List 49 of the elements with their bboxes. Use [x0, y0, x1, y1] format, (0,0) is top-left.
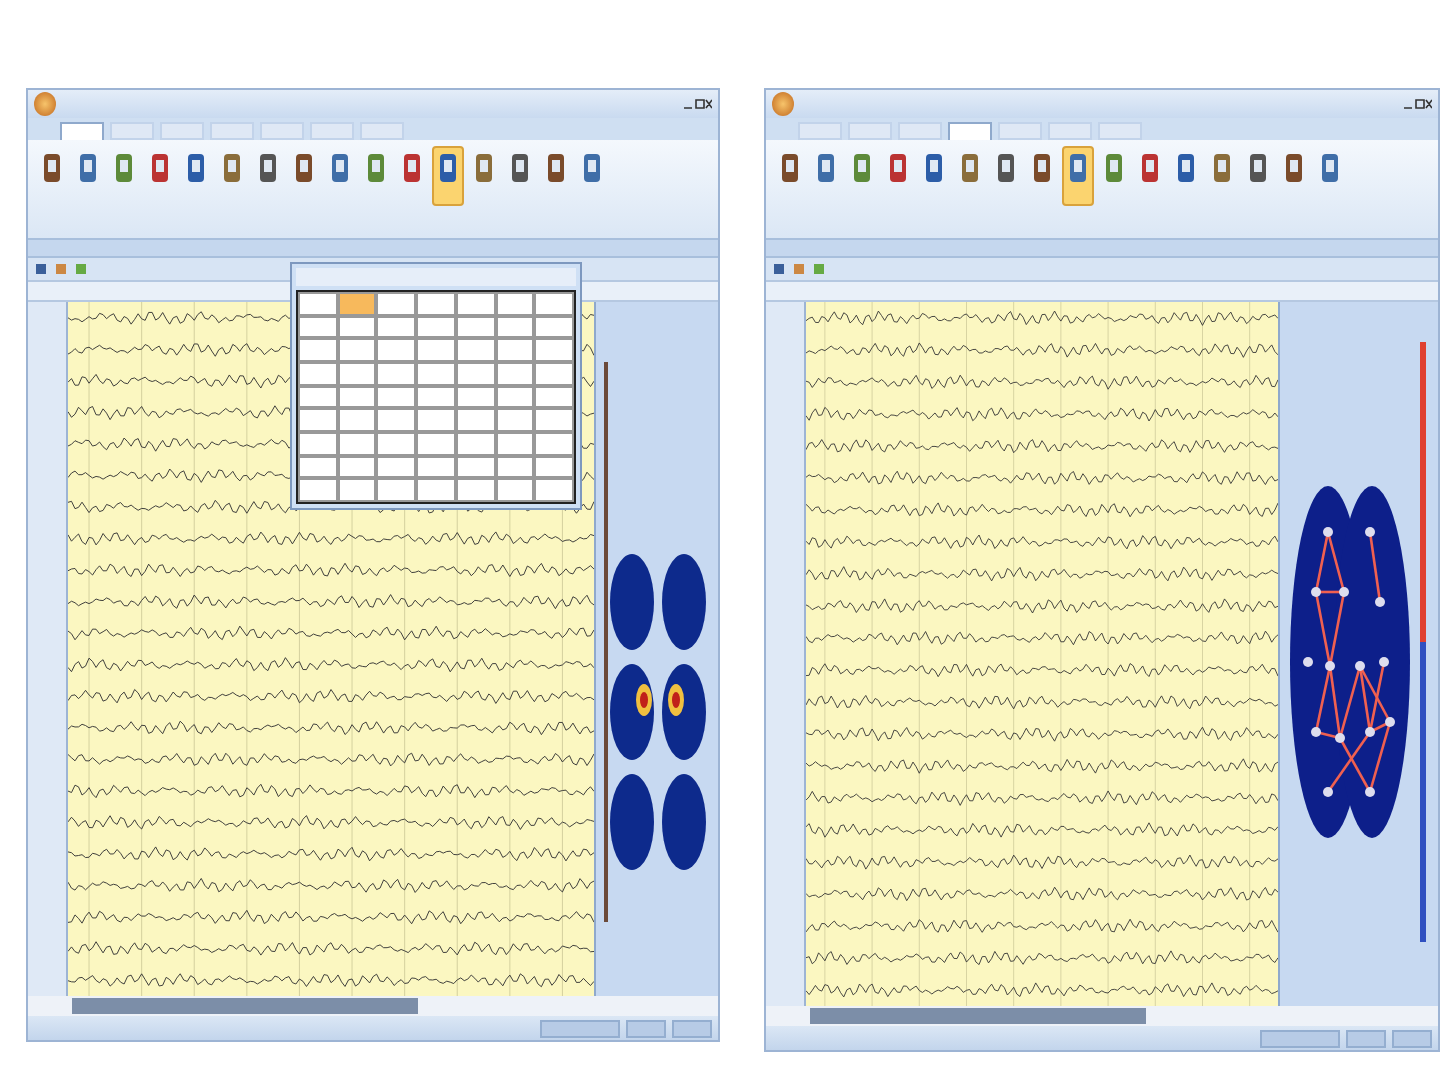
toolbar-tool-icon: [256, 152, 280, 184]
ribbon-tab[interactable]: [948, 122, 992, 140]
toolbar-tool-icon: [76, 152, 100, 184]
status-pane: [1260, 1029, 1340, 1047]
toolbar-tool-icon: [1066, 152, 1090, 184]
toolbar-tool-icon: [436, 152, 460, 184]
toolbar-tool-icon: [1030, 152, 1054, 184]
toolbar-tool-icon: [1138, 152, 1162, 184]
toolbar-tool-icon: [112, 152, 136, 184]
toolbar-tool-icon: [814, 152, 838, 184]
toolbar-tool-icon: [40, 152, 64, 184]
ribbon-button[interactable]: [1062, 146, 1094, 206]
toolbar-tool-icon: [544, 152, 568, 184]
toolbar-tool-icon: [400, 152, 424, 184]
app-logo-icon[interactable]: [34, 92, 56, 116]
ribbon-button[interactable]: [432, 146, 464, 206]
toolbar-tool-icon: [1246, 152, 1270, 184]
toolbar-tool-icon: [580, 152, 604, 184]
toolbar-tool-icon: [148, 152, 172, 184]
window-controls-icon[interactable]: [684, 98, 712, 110]
ribbon-tab[interactable]: [60, 122, 104, 140]
window-controls-icon[interactable]: [1404, 98, 1432, 110]
status-pane: [672, 1019, 712, 1037]
toolbar-tool-icon: [220, 152, 244, 184]
toolbar-tool-icon: [1282, 152, 1306, 184]
app-logo-icon[interactable]: [772, 92, 794, 116]
toolbar-tool-icon: [508, 152, 532, 184]
toolbar-tool-icon: [1102, 152, 1126, 184]
toolbar-tool-icon: [1318, 152, 1342, 184]
toolbar-tool-icon: [994, 152, 1018, 184]
status-pane: [1392, 1029, 1432, 1047]
toolbar-tool-icon: [958, 152, 982, 184]
toolbar-tool-icon: [850, 152, 874, 184]
status-pane: [626, 1019, 666, 1037]
horizontal-scrollbar[interactable]: [28, 996, 718, 1016]
status-pane: [540, 1019, 620, 1037]
status-pane: [1346, 1029, 1386, 1047]
toolbar-tool-icon: [184, 152, 208, 184]
toolbar-tool-icon: [328, 152, 352, 184]
toolbar-tool-icon: [1174, 152, 1198, 184]
toolbar-tool-icon: [886, 152, 910, 184]
toolbar-tool-icon: [922, 152, 946, 184]
toolbar-tool-icon: [778, 152, 802, 184]
toolbar-tool-icon: [364, 152, 388, 184]
toolbar-tool-icon: [1210, 152, 1234, 184]
toolbar-tool-icon: [472, 152, 496, 184]
toolbar-tool-icon: [292, 152, 316, 184]
table-row[interactable]: [298, 478, 574, 503]
horizontal-scrollbar[interactable]: [766, 1006, 1438, 1026]
